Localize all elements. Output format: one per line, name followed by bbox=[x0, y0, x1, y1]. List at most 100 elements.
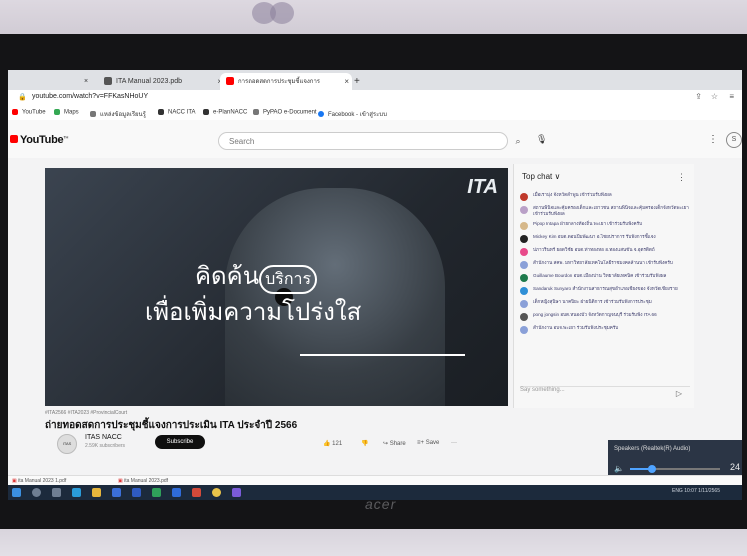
chat-avatar[interactable] bbox=[520, 193, 528, 201]
more-options-icon[interactable]: ⋮ bbox=[708, 134, 718, 145]
chat-message: pong jongsin อบต.หนองบัว จังหวัดกาญจนบุร… bbox=[520, 312, 690, 321]
hashtags[interactable]: #ITA2566 #ITA2023 #ProvincialCourt bbox=[45, 410, 127, 416]
chat-message-text: สำนักงาน อบจ.พะเยา ร่วมรับฟังประชุมครับ bbox=[533, 325, 619, 330]
chat-message: Pipop Intapa ฝ่ายกลางท้องถิ่น พะเยา เข้า… bbox=[520, 221, 690, 230]
chat-message: เด็กหญิงสุนิษา นาคปิยะ ฝ่ายนิติการ เข้าร… bbox=[520, 299, 690, 308]
chat-avatar[interactable] bbox=[520, 313, 528, 321]
url-text[interactable]: youtube.com/watch?v=FFKasNHoUY bbox=[32, 93, 148, 100]
chat-avatar[interactable] bbox=[520, 274, 528, 282]
chat-avatar[interactable] bbox=[520, 261, 528, 269]
subscriber-count: 2.59K subscribers bbox=[85, 443, 126, 449]
chat-input[interactable]: Say something... ▷ bbox=[520, 386, 690, 401]
pdf-icon: ▣ bbox=[12, 478, 17, 484]
chat-avatar[interactable] bbox=[520, 248, 528, 256]
chat-mode-dropdown[interactable]: Top chat ∨ bbox=[522, 172, 560, 181]
file-explorer-icon[interactable] bbox=[92, 488, 101, 497]
save-icon: ≡+ bbox=[417, 440, 425, 446]
chat-message: สำนักงาน อบจ.พะเยา ร่วมรับฟังประชุมครับ bbox=[520, 325, 690, 334]
tab-ita-manual[interactable]: ITA Manual 2023.pdb × bbox=[98, 73, 225, 90]
share-button[interactable]: ↪ Share bbox=[383, 440, 406, 447]
live-chat-panel: Top chat ∨ ⋮ เมื่อเรามุ่ง จังหวัดลำพูน เ… bbox=[513, 164, 694, 408]
video-overlay-line2: เพื่อเพิ่มความโปร่งใส bbox=[145, 298, 362, 326]
chat-avatar[interactable] bbox=[520, 235, 528, 243]
edge-icon[interactable] bbox=[72, 488, 81, 497]
chat-message-text: Guillaume Bourdon อบต.เมืองปาน วิทยาลัยเ… bbox=[533, 273, 667, 278]
send-icon[interactable]: ▷ bbox=[676, 389, 682, 398]
video-meta: #ITA2566 #ITA2023 #ProvincialCourt ถ่ายท… bbox=[45, 410, 515, 460]
volume-slider[interactable] bbox=[630, 465, 720, 473]
chat-avatar[interactable] bbox=[520, 206, 528, 214]
tab-youtube-live[interactable]: การถอดสดการประชุมชี้แจงการ × bbox=[220, 73, 352, 90]
task-view-icon[interactable] bbox=[52, 488, 61, 497]
bookmark-youtube[interactable]: YouTube bbox=[12, 109, 46, 116]
chat-avatar[interactable] bbox=[520, 222, 528, 230]
browser-tab-bar: × ITA Manual 2023.pdb × การถอดสดการประชุ… bbox=[8, 70, 742, 90]
tab-previous[interactable]: × bbox=[78, 73, 94, 90]
channel-name[interactable]: ITAS NACC bbox=[85, 434, 122, 441]
chat-message-text: สถานพินิจและคุ้มครองเด็กและเยาวชน สถานพิ… bbox=[533, 205, 689, 216]
youtube-logo[interactable]: YouTubeTH bbox=[10, 134, 68, 146]
search-input[interactable]: Search bbox=[218, 132, 508, 150]
bookmark-nacc-ita[interactable]: NACC ITA bbox=[158, 109, 196, 116]
chat-message-text: Sandaruk Sunyaro สำนักงานสาธารณสุขอำเภอเ… bbox=[533, 286, 678, 291]
mail-icon[interactable] bbox=[132, 488, 141, 497]
download-item[interactable]: ▣ ita Manual 2023 1.pdf bbox=[12, 478, 66, 484]
video-player[interactable]: ITA คิดค้น บริการ เพื่อเพิ่มความโปร่งใส bbox=[45, 168, 508, 406]
system-tray[interactable]: ENG 10:07 1/11/2565 bbox=[672, 488, 720, 494]
bookmarks-bar: YouTube Maps แหล่งข้อมูลเรียนรู้ NACC IT… bbox=[8, 106, 742, 121]
chrome-icon[interactable] bbox=[212, 488, 221, 497]
video-overlay-line1: คิดค้น บริการ bbox=[195, 256, 318, 295]
search-icon[interactable] bbox=[32, 488, 41, 497]
address-bar[interactable]: 🔒 youtube.com/watch?v=FFKasNHoUY ⇪ ☆ ≡ bbox=[8, 90, 742, 106]
thumbs-down-icon: 👎 bbox=[361, 441, 369, 447]
more-actions-button[interactable]: ··· bbox=[451, 440, 457, 446]
monitor-brand-logo: acer bbox=[365, 496, 397, 512]
lock-icon: 🔒 bbox=[18, 94, 27, 101]
chat-avatar[interactable] bbox=[520, 326, 528, 334]
subscribe-button[interactable]: Subscribe bbox=[155, 435, 205, 449]
like-button[interactable]: 👍 121 bbox=[323, 440, 342, 447]
globe-icon bbox=[104, 77, 112, 86]
new-tab-button[interactable]: + bbox=[348, 73, 366, 90]
bookmark-eplan[interactable]: e-PlanNACC bbox=[203, 109, 247, 116]
excel-icon[interactable] bbox=[152, 488, 161, 497]
chat-avatar[interactable] bbox=[520, 300, 528, 308]
bookmark-learning[interactable]: แหล่งข้อมูลเรียนรู้ bbox=[90, 109, 146, 119]
youtube-icon bbox=[226, 77, 234, 86]
speaker-icon[interactable]: 🔈 bbox=[614, 464, 624, 473]
powerpoint-icon[interactable] bbox=[192, 488, 201, 497]
ita-brand-logo: ITA bbox=[467, 176, 498, 198]
pdf-icon: ▣ bbox=[118, 478, 123, 484]
save-button[interactable]: ≡+ Save bbox=[417, 440, 439, 446]
bookmark-facebook[interactable]: Facebook - เข้าสู่ระบบ bbox=[318, 109, 387, 119]
bookmark-pypao[interactable]: PyPAO e-Document bbox=[253, 109, 317, 116]
video-title: ถ่ายทอดสดการประชุมชี้แจงการประเมิน ITA ป… bbox=[45, 420, 298, 431]
audio-device-name[interactable]: Speakers (Realtek(R) Audio) bbox=[614, 446, 690, 452]
chat-message-text: ปภาวรินทร์ ยอดวิชัย อบต.ท่าทองหอ อ.ทองแส… bbox=[533, 247, 655, 252]
bookmark-maps[interactable]: Maps bbox=[54, 109, 79, 116]
app-icon[interactable] bbox=[232, 488, 241, 497]
chat-message-text: เด็กหญิงสุนิษา นาคปิยะ ฝ่ายนิติการ เข้าร… bbox=[533, 299, 652, 304]
store-icon[interactable] bbox=[112, 488, 121, 497]
download-item[interactable]: ▣ ita Manual 2023.pdf bbox=[118, 478, 168, 484]
chat-message: Guillaume Bourdon อบต.เมืองปาน วิทยาลัยเ… bbox=[520, 273, 690, 282]
chat-message-list: เมื่อเรามุ่ง จังหวัดลำพูน เข้าร่วมรับฟัง… bbox=[520, 192, 690, 338]
dislike-button[interactable]: 👎 bbox=[361, 440, 368, 447]
word-icon[interactable] bbox=[172, 488, 181, 497]
audio-volume-flyout: Speakers (Realtek(R) Audio) 🔈 24 bbox=[608, 440, 742, 480]
chat-message-text: สำนักงาน สคพ. มหาวิทยาลัยเทคโนโลยีราชมงค… bbox=[533, 260, 673, 265]
youtube-play-icon bbox=[10, 135, 18, 143]
microphone-icon[interactable]: 🎙 bbox=[536, 134, 547, 145]
volume-value: 24 bbox=[729, 462, 740, 472]
thumbs-up-icon: 👍 bbox=[323, 441, 331, 447]
volume-slider-knob[interactable] bbox=[647, 465, 656, 473]
channel-avatar[interactable]: ITAS bbox=[57, 434, 77, 454]
start-menu-icon[interactable] bbox=[12, 488, 21, 497]
avatar[interactable]: S bbox=[726, 132, 742, 148]
chat-menu-icon[interactable]: ⋮ bbox=[677, 172, 686, 183]
star-icon[interactable]: ☆ bbox=[711, 92, 718, 101]
share-icon[interactable]: ⇪ bbox=[695, 92, 702, 101]
chat-avatar[interactable] bbox=[520, 287, 528, 295]
extensions-icon[interactable]: ≡ bbox=[729, 92, 734, 101]
search-icon[interactable]: ⌕ bbox=[508, 132, 528, 150]
